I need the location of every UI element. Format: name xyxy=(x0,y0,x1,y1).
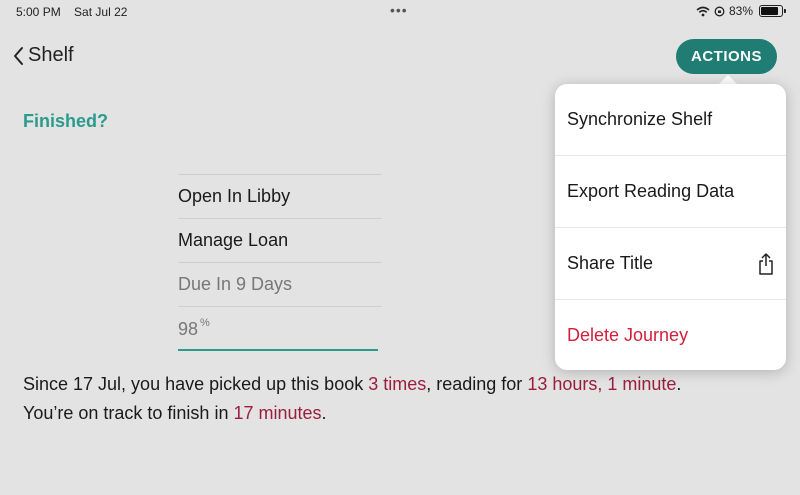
battery-fill xyxy=(761,7,778,15)
due-status: Due In 9 Days xyxy=(178,262,382,306)
actions-button[interactable]: ACTIONS xyxy=(676,39,777,74)
summary-line-1: Since 17 Jul, you have picked up this bo… xyxy=(23,370,783,399)
synchronize-shelf-item[interactable]: Synchronize Shelf xyxy=(555,84,786,156)
export-reading-data-label: Export Reading Data xyxy=(567,181,735,201)
open-in-libby-button[interactable]: Open In Libby xyxy=(178,174,382,218)
status-date: Sat Jul 22 xyxy=(74,5,128,19)
progress-underline xyxy=(178,349,378,351)
back-label: Shelf xyxy=(28,44,74,66)
status-left: 5:00 PM Sat Jul 22 xyxy=(16,5,137,19)
battery-percent: 83% xyxy=(728,4,753,18)
progress-field[interactable]: 98% xyxy=(178,306,382,351)
summary-text-1: Since 17 Jul, you have picked up this bo… xyxy=(23,374,369,394)
status-right: 83% xyxy=(696,4,786,18)
status-bar: 5:00 PM Sat Jul 22 ••• 83% xyxy=(0,0,800,24)
reading-summary: Since 17 Jul, you have picked up this bo… xyxy=(23,370,783,428)
progress-unit: % xyxy=(200,317,210,329)
share-title-item[interactable]: Share Title xyxy=(555,228,786,300)
summary-text-4: You’re on track to finish in xyxy=(23,403,234,423)
back-button[interactable]: Shelf xyxy=(12,44,74,67)
summary-text-5: . xyxy=(321,403,327,423)
status-time: 5:00 PM xyxy=(16,5,61,19)
summary-text-3: . xyxy=(676,374,682,394)
multitasking-dots-icon[interactable]: ••• xyxy=(390,2,408,18)
summary-remaining: 17 minutes xyxy=(233,403,322,423)
summary-text-2: , reading for xyxy=(426,374,528,394)
summary-duration: 13 hours, 1 minute xyxy=(527,374,677,394)
manage-loan-button[interactable]: Manage Loan xyxy=(178,218,382,262)
delete-journey-item[interactable]: Delete Journey xyxy=(555,300,786,370)
synchronize-shelf-label: Synchronize Shelf xyxy=(567,109,713,129)
share-icon xyxy=(759,252,773,275)
share-title-label: Share Title xyxy=(567,253,654,273)
progress-value-wrap: 98% xyxy=(178,317,210,340)
progress-value: 98 xyxy=(178,319,199,339)
export-reading-data-item[interactable]: Export Reading Data xyxy=(555,156,786,228)
summary-line-2: You’re on track to finish in 17 minutes. xyxy=(23,399,783,428)
battery-cap xyxy=(784,9,786,13)
summary-times: 3 times xyxy=(368,374,427,394)
delete-journey-label: Delete Journey xyxy=(567,325,689,345)
book-options-list: Open In Libby Manage Loan Due In 9 Days … xyxy=(178,174,382,351)
chevron-left-icon xyxy=(14,46,23,65)
actions-popover: Synchronize Shelf Export Reading Data Sh… xyxy=(555,84,786,370)
wifi-icon xyxy=(696,6,710,16)
orientation-lock-icon xyxy=(714,6,725,16)
battery-icon xyxy=(759,5,783,17)
finished-label: Finished? xyxy=(23,111,108,131)
